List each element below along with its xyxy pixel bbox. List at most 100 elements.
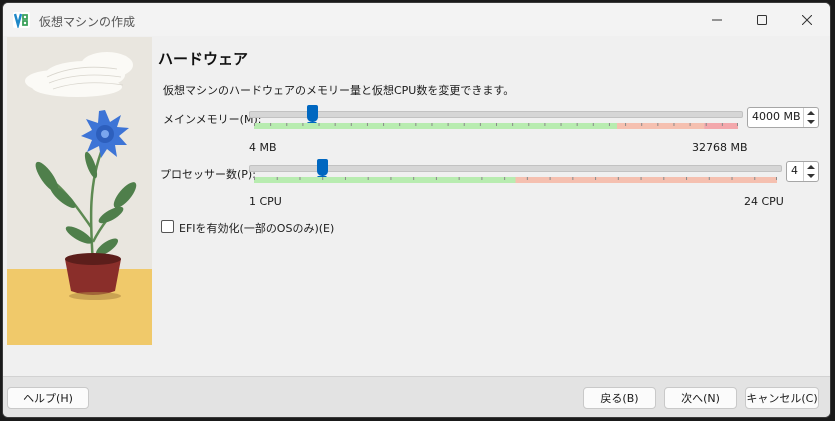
cpu-scale (254, 177, 777, 183)
minimize-button[interactable] (695, 8, 739, 32)
mem-tick (544, 123, 546, 126)
mem-tick (431, 123, 433, 126)
help-button[interactable]: ヘルプ(H) (7, 387, 89, 409)
cpu-tick (254, 177, 255, 180)
create-vm-window: 仮想マシンの作成 ハードウェア 仮想マシンのハードウェアのメモリー量と仮想CPU… (2, 2, 831, 418)
cpu-min-label: 1 CPU (249, 195, 282, 208)
spin-up-icon[interactable] (807, 111, 815, 115)
cpu-tick (276, 177, 278, 180)
cpu-tick (663, 177, 665, 180)
cpu-tick (367, 177, 369, 180)
maximize-icon (757, 15, 767, 25)
efi-checkbox[interactable] (161, 220, 174, 233)
mem-tick (657, 123, 659, 126)
virtualbox-app-icon (13, 12, 30, 28)
cpu-tick (686, 177, 688, 180)
cpu-value[interactable]: 4 (791, 164, 798, 177)
mem-tick (447, 123, 449, 126)
next-button[interactable]: 次へ(N) (664, 387, 737, 409)
mem-tick (625, 123, 627, 126)
efi-label[interactable]: EFIを有効化(一部のOSのみ)(E) (179, 220, 334, 236)
close-button[interactable] (785, 8, 829, 32)
mem-tick (673, 123, 675, 126)
memory-min-label: 4 MB (249, 141, 277, 154)
spin-up-icon[interactable] (807, 165, 815, 169)
mem-tick (737, 123, 738, 126)
mem-tick (705, 123, 707, 126)
memory-spin-arrows[interactable] (803, 108, 818, 127)
mem-tick (399, 123, 401, 126)
mem-tick (415, 123, 417, 126)
cpu-tick (481, 177, 483, 180)
mem-tick (366, 123, 368, 126)
mem-tick (383, 123, 385, 126)
memory-max-label: 32768 MB (692, 141, 748, 154)
mem-tick (560, 123, 562, 126)
cpu-max-label: 24 CPU (744, 195, 784, 208)
cpu-tick (708, 177, 710, 180)
mem-tick (270, 123, 272, 126)
mem-tick (689, 123, 691, 126)
mem-tick (302, 123, 304, 126)
memory-scale-pink (704, 123, 738, 129)
memory-slider-track[interactable] (249, 111, 743, 118)
mem-tick (576, 123, 578, 126)
mem-tick (496, 123, 497, 126)
memory-scale-green (254, 123, 617, 129)
memory-spinbox[interactable]: 4000 MB (747, 107, 819, 128)
mem-tick (608, 123, 610, 126)
cpu-tick (526, 177, 528, 180)
button-bar: ヘルプ(H) 戻る(B) 次へ(N) キャンセル(C) (3, 376, 830, 417)
cpu-spin-arrows[interactable] (803, 162, 818, 181)
mem-tick (721, 123, 723, 126)
cpu-tick (776, 177, 777, 180)
wizard-illustration (7, 37, 152, 345)
title-bar: 仮想マシンの作成 (3, 3, 830, 36)
mem-tick (318, 123, 320, 126)
mem-tick (528, 123, 530, 126)
cpu-slider-track[interactable] (249, 165, 782, 172)
mem-tick (592, 123, 594, 126)
memory-scale (254, 123, 738, 129)
mem-tick (641, 123, 643, 126)
cpu-tick (435, 177, 437, 180)
cpu-tick (549, 177, 551, 180)
mem-tick (350, 123, 352, 126)
memory-value[interactable]: 4000 MB (752, 110, 801, 123)
mem-tick (286, 123, 288, 126)
cpu-tick (344, 177, 346, 180)
page-heading: ハードウェア (158, 50, 249, 68)
page-description: 仮想マシンのハードウェアのメモリー量と仮想CPU数を変更できます。 (163, 84, 515, 97)
cpu-tick (572, 177, 574, 180)
cpu-tick (413, 177, 415, 180)
cpu-tick (322, 177, 324, 180)
mem-tick (512, 123, 514, 126)
mem-tick (254, 123, 255, 126)
mem-tick (334, 123, 336, 126)
cpu-tick (731, 177, 733, 180)
cpu-tick (595, 177, 597, 180)
cpu-tick (504, 177, 506, 180)
cancel-button[interactable]: キャンセル(C) (745, 387, 819, 409)
cpu-tick (617, 177, 619, 180)
cpu-scale-green (254, 177, 516, 183)
close-icon (802, 15, 812, 25)
mem-tick (479, 123, 481, 126)
spin-down-icon[interactable] (807, 174, 815, 178)
cpu-tick (754, 177, 756, 180)
cpu-scale-salmon (515, 177, 777, 183)
cpu-spinbox[interactable]: 4 (786, 161, 819, 182)
cpu-tick (390, 177, 392, 180)
cpu-tick (299, 177, 301, 180)
cpu-label: プロセッサー数(P): (160, 168, 256, 181)
maximize-button[interactable] (740, 8, 784, 32)
spin-down-icon[interactable] (807, 120, 815, 124)
memory-slider-thumb[interactable] (307, 105, 319, 127)
mem-tick (463, 123, 465, 126)
memory-label: メインメモリー(M): (163, 113, 262, 126)
back-button[interactable]: 戻る(B) (583, 387, 656, 409)
window-title: 仮想マシンの作成 (39, 15, 136, 29)
cpu-tick (640, 177, 642, 180)
minimize-icon (712, 19, 722, 21)
cpu-slider-thumb[interactable] (316, 159, 328, 181)
